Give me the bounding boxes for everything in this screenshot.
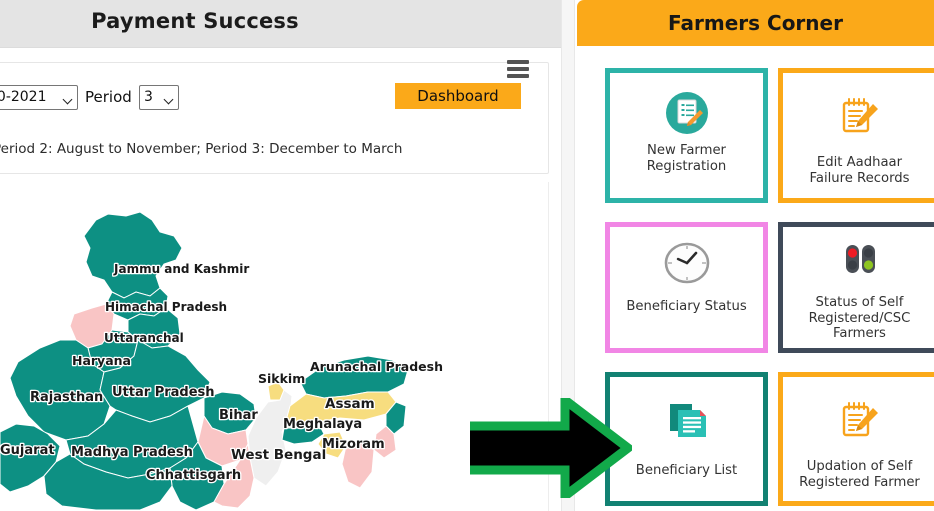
hamburger-menu-icon[interactable] [507,60,529,78]
farmers-corner-panel: Farmers Corner New Farmer Registration E… [577,0,934,511]
dashboard-button[interactable]: Dashboard [395,83,521,109]
state-jammu-and-kashmir[interactable] [83,211,183,299]
page-title: Payment Success [91,9,299,33]
period-note: Period 2: August to November; Period 3: … [0,141,403,157]
card-label: New Farmer Registration [646,143,727,174]
map-label-haryana: Haryana [72,353,131,368]
card-beneficiary-list[interactable]: Beneficiary List [605,372,768,506]
map-label-himachal-pradesh: Himachal Pradesh [105,300,227,314]
map-label-meghalaya: Meghalaya [283,417,362,432]
map-label-chhattisgarh: Chhattisgarh [146,468,241,483]
clock-icon [658,237,716,289]
period-select[interactable]: 3 [139,85,179,110]
map-label-mizoram: Mizoram [322,437,385,452]
map-label-west-bengal: West Bengal [231,447,326,463]
period-label: Period [85,88,132,106]
farmers-corner-header: Farmers Corner [577,0,934,46]
card-label: Updation of Self Registered Farmer [799,459,920,490]
map-label-uttar-pradesh: Uttar Pradesh [112,385,215,400]
hamburger-bar [507,74,529,78]
map-label-bihar: Bihar [219,408,258,423]
panel-divider [561,0,575,511]
map-label-uttaranchal: Uttaranchal [104,331,184,345]
documents-icon [658,395,716,447]
card-status-self-registered-csc-farmers[interactable]: Status of Self Registered/CSC Farmers [778,222,934,353]
card-new-farmer-registration[interactable]: New Farmer Registration [605,68,768,203]
hamburger-bar [507,67,529,71]
card-label: Beneficiary List [635,463,738,478]
india-map-svg[interactable]: Jammu and Kashmir Himachal Pradesh Uttaran… [0,210,549,511]
notepad-pencil-circle-icon [658,87,716,139]
card-updation-self-registered-farmer[interactable]: Updation of Self Registered Farmer [778,372,934,506]
card-label: Status of Self Registered/CSC Farmers [808,295,911,341]
card-beneficiary-status[interactable]: Beneficiary Status [605,222,768,353]
notepad-pencil-icon [831,395,889,447]
payment-success-header: Payment Success [0,0,561,48]
map-label-rajasthan: Rajasthan [30,390,103,405]
farmers-corner-body: New Farmer Registration Edit Aadhaar Fai… [577,46,934,511]
map-label-arunachal-pradesh: Arunachal Pradesh [310,359,443,374]
map-label-gujarat: Gujarat [0,443,55,458]
year-select[interactable]: 20-2021 [0,85,78,110]
map-label-assam: Assam [325,396,375,412]
farmers-corner-title: Farmers Corner [668,11,843,35]
card-label: Edit Aadhaar Failure Records [809,155,910,186]
card-edit-aadhaar-failure-records[interactable]: Edit Aadhaar Failure Records [778,68,934,203]
payment-success-panel: Payment Success 20-2021 Period 3 Dashboa… [0,0,561,511]
map-label-madhya-pradesh: Madhya Pradesh [71,445,193,460]
india-map[interactable]: Jammu and Kashmir Himachal Pradesh Uttaran… [0,210,549,511]
hamburger-bar [507,60,529,64]
notepad-pencil-icon [831,91,889,143]
traffic-light-icon [831,237,889,289]
filter-row: 20-2021 Period 3 Dashboard [0,83,548,113]
card-label: Beneficiary Status [626,299,747,314]
map-label-jammu-and-kashmir: Jammu and Kashmir [113,262,249,276]
map-label-sikkim: Sikkim [258,371,305,386]
filter-card: 20-2021 Period 3 Dashboard Period 2: Aug… [0,62,549,174]
